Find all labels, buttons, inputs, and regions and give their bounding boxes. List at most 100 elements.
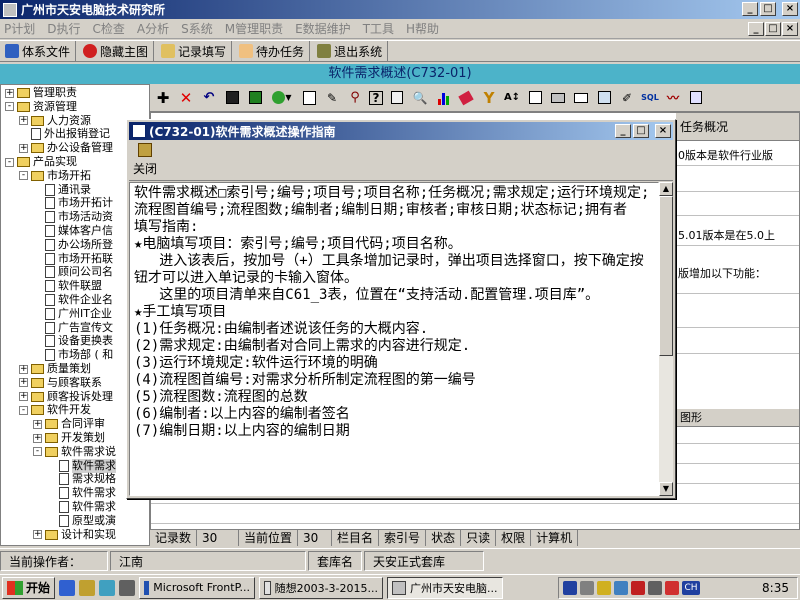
expand-icon[interactable]: + <box>33 530 42 540</box>
dialog-close-button[interactable]: × <box>655 124 671 138</box>
print-icon[interactable] <box>549 89 567 107</box>
shield-icon[interactable] <box>665 581 679 595</box>
save-icon[interactable] <box>223 89 241 107</box>
mdi-minimize-button[interactable]: _ <box>748 22 764 36</box>
undo-icon[interactable]: ↶ <box>200 89 218 107</box>
tree-item[interactable]: 外出报销登记 <box>19 127 110 141</box>
guide-text[interactable]: 软件需求概述□索引号;编号;项目号;项目名称;任务概况;需求规定;运行环境规定;… <box>129 182 659 496</box>
filter-icon[interactable]: Y <box>480 89 498 107</box>
task-notes[interactable]: 随想2003-3-2015... <box>259 576 384 599</box>
grid-sub-header[interactable]: 图形 <box>676 409 799 427</box>
tree-item[interactable]: + 质量策划 <box>19 362 91 376</box>
tree-item[interactable]: + 管理职责 <box>5 86 77 100</box>
menu-management[interactable]: M管理职责 <box>225 20 283 37</box>
tree-item[interactable]: 媒体客户信 <box>33 224 113 238</box>
monitor-icon[interactable] <box>614 581 628 595</box>
tree-item[interactable]: 软件企业名 <box>33 293 113 307</box>
tree-item[interactable]: + 办公设备管理 <box>19 141 113 155</box>
collapse-icon[interactable]: - <box>5 157 14 167</box>
export-icon[interactable] <box>595 89 613 107</box>
record-dropdown-icon[interactable]: ▼ <box>269 89 295 107</box>
tree-item[interactable]: 软件需求 <box>47 458 116 473</box>
ie-icon[interactable] <box>59 579 76 596</box>
tree-item[interactable]: 软件需求 <box>47 486 116 500</box>
grid-cell[interactable]: 版增加以下功能： <box>678 265 766 281</box>
tree-item[interactable]: 办公场所登 <box>33 238 113 252</box>
edit-icon[interactable]: ✎ <box>323 89 341 107</box>
tree-item[interactable]: + 顾客投诉处理 <box>19 390 113 404</box>
tree-item[interactable]: 顾问公司名 <box>33 265 113 279</box>
tree-item[interactable]: 软件联盟 <box>33 279 102 293</box>
mdi-restore-button[interactable]: □ <box>765 22 781 36</box>
expand-icon[interactable]: + <box>19 392 28 402</box>
outlook-icon[interactable] <box>79 579 96 596</box>
expand-icon[interactable]: + <box>19 143 28 153</box>
delete-icon[interactable]: ✕ <box>177 89 195 107</box>
grid-cell[interactable]: 5.01版本是在5.0上 <box>678 227 775 243</box>
collapse-icon[interactable]: - <box>19 171 28 181</box>
tree-item[interactable]: - 资源管理 <box>5 100 77 114</box>
tree-item[interactable]: 设备更换表 <box>33 334 113 348</box>
dialog-title-bar[interactable]: (C732-01)软件需求概述操作指南 _ □ × <box>129 122 673 140</box>
expand-icon[interactable]: + <box>5 88 14 98</box>
form-icon[interactable] <box>300 89 318 107</box>
close-button[interactable]: × <box>782 2 798 16</box>
pen-icon[interactable]: ✐ <box>618 89 636 107</box>
collapse-icon[interactable]: - <box>19 405 28 415</box>
tree-item[interactable]: 通讯录 <box>33 183 91 197</box>
expand-icon[interactable]: + <box>33 419 42 429</box>
system-file-button[interactable]: 体系文件 <box>2 41 77 61</box>
tree-item[interactable]: 市场部 ( 和 <box>33 348 113 362</box>
tree-item[interactable]: - 产品实现 <box>5 155 77 169</box>
record-fill-button[interactable]: 记录填写 <box>158 41 233 61</box>
tree-item[interactable]: + 合同评审 <box>33 417 105 431</box>
pen-tray-icon[interactable] <box>597 581 611 595</box>
task-tianan[interactable]: 广州市天安电脑... <box>387 576 504 599</box>
tree-item[interactable]: + 人力资源 <box>19 114 91 128</box>
scroll-up-icon[interactable]: ▲ <box>659 182 673 196</box>
tree-item[interactable]: 软件需求 <box>47 500 116 514</box>
printer-tray-icon[interactable] <box>648 581 662 595</box>
expand-icon[interactable]: + <box>19 116 28 126</box>
todo-button[interactable]: 待办任务 <box>236 41 311 61</box>
sort-icon[interactable]: A↕ <box>503 89 521 107</box>
add-icon[interactable]: ✚ <box>154 89 172 107</box>
save-all-icon[interactable] <box>246 89 264 107</box>
expand-icon[interactable]: + <box>19 364 28 374</box>
tree-item[interactable]: 市场开拓计 <box>33 196 113 210</box>
start-button[interactable]: 开始 <box>2 576 56 599</box>
tree-item[interactable]: - 市场开拓 <box>19 169 91 183</box>
graph-icon[interactable]: 〰 <box>664 89 682 107</box>
tree-item[interactable]: + 设计和实现 <box>33 528 116 542</box>
tree-item[interactable]: + 与顾客联系 <box>19 376 102 390</box>
tree-item[interactable]: 原型或演 <box>47 514 116 528</box>
volume-icon[interactable] <box>580 581 594 595</box>
dialog-scrollbar[interactable]: ▲ ▼ <box>659 182 673 496</box>
hide-main-button[interactable]: 隐藏主图 <box>80 41 155 61</box>
exit-button[interactable]: 退出系统 <box>314 41 389 61</box>
preview-icon[interactable] <box>526 89 544 107</box>
dialog-maximize-button[interactable]: □ <box>633 124 649 138</box>
grid-cell[interactable]: 0版本是软件行业版 <box>678 147 773 163</box>
find-icon[interactable]: ⚲ <box>346 89 364 107</box>
tree-item[interactable]: 广州IT企业 <box>33 307 112 321</box>
menu-help[interactable]: H帮助 <box>406 20 439 37</box>
help-icon[interactable]: ? <box>369 90 383 105</box>
expand-icon[interactable]: + <box>33 433 42 443</box>
collapse-icon[interactable]: - <box>33 447 42 457</box>
menu-data-maintenance[interactable]: E数据维护 <box>295 20 351 37</box>
app-title-bar[interactable]: 广州市天安电脑技术研究所 _ □ × <box>0 0 800 19</box>
menu-execute[interactable]: D执行 <box>47 20 80 37</box>
tree-item[interactable]: 广告宣传文 <box>33 321 113 335</box>
collapse-icon[interactable]: - <box>5 102 14 112</box>
mdi-close-button[interactable]: × <box>782 22 798 36</box>
network-icon[interactable] <box>563 581 577 595</box>
copy-icon[interactable] <box>388 89 406 107</box>
scroll-down-icon[interactable]: ▼ <box>659 482 673 496</box>
sql-icon[interactable]: SQL <box>641 89 659 107</box>
tree-item[interactable]: + 开发策划 <box>33 431 105 445</box>
dialog-close-toolbar-button[interactable]: 关闭 <box>131 143 159 177</box>
antivirus-icon[interactable] <box>631 581 645 595</box>
ime-icon[interactable]: CH <box>682 581 700 595</box>
zoom-icon[interactable]: 🔍 <box>411 89 429 107</box>
